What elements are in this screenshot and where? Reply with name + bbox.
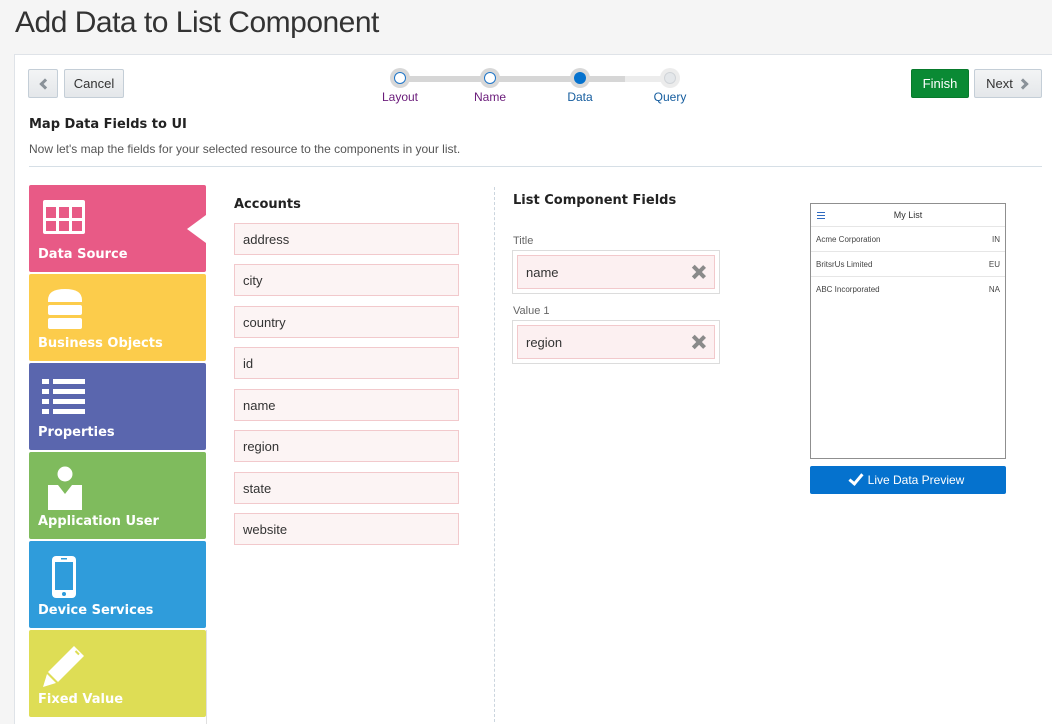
field-country[interactable]: country bbox=[234, 306, 459, 338]
category-label: Data Source bbox=[38, 247, 128, 262]
checkmark-icon bbox=[848, 470, 863, 486]
category-label: Application User bbox=[38, 514, 159, 529]
slot-value-1[interactable]: region bbox=[512, 320, 720, 364]
step-label: Layout bbox=[370, 90, 430, 104]
page-title: Add Data to List Component bbox=[15, 6, 379, 40]
step-label: Query bbox=[640, 90, 700, 104]
train-track bbox=[400, 76, 670, 82]
field-name[interactable]: name bbox=[234, 389, 459, 421]
preview-header: My List bbox=[811, 204, 1005, 227]
preview-row: Acme Corporation IN bbox=[811, 227, 1005, 252]
slot-value: region bbox=[526, 335, 562, 350]
category-fixed-value[interactable]: Fixed Value bbox=[29, 630, 206, 717]
live-data-preview-button[interactable]: Live Data Preview bbox=[810, 466, 1006, 494]
field-website[interactable]: website bbox=[234, 513, 459, 545]
step-dot-icon bbox=[480, 68, 500, 88]
slot-label-value-1: Value 1 bbox=[513, 305, 550, 317]
divider bbox=[206, 630, 207, 724]
field-city[interactable]: city bbox=[234, 264, 459, 296]
category-device-services[interactable]: Device Services bbox=[29, 541, 206, 628]
hamburger-menu-icon bbox=[817, 212, 825, 221]
step-label: Name bbox=[460, 90, 520, 104]
slot-label-title: Title bbox=[513, 235, 533, 247]
step-dot-icon bbox=[660, 68, 680, 88]
next-button[interactable]: Next bbox=[974, 69, 1042, 98]
cancel-button[interactable]: Cancel bbox=[64, 69, 124, 98]
field-state[interactable]: state bbox=[234, 472, 459, 504]
section-title: Map Data Fields to UI bbox=[29, 117, 187, 132]
field-id[interactable]: id bbox=[234, 347, 459, 379]
finish-button[interactable]: Finish bbox=[911, 69, 969, 98]
section-description: Now let's map the fields for your select… bbox=[29, 142, 460, 156]
slot-value: name bbox=[526, 265, 559, 280]
category-label: Fixed Value bbox=[38, 692, 123, 707]
chevron-right-icon bbox=[1017, 78, 1028, 89]
step-train: Layout Name Data Query bbox=[380, 68, 690, 110]
preview-row: BritsrUs Limited EU bbox=[811, 252, 1005, 277]
category-application-user[interactable]: Application User bbox=[29, 452, 206, 539]
column-divider bbox=[494, 187, 495, 724]
preview-row-value: IN bbox=[992, 235, 1000, 244]
remove-icon[interactable] bbox=[692, 265, 706, 279]
live-data-preview-label: Live Data Preview bbox=[868, 473, 965, 487]
list-component-fields-title: List Component Fields bbox=[513, 193, 676, 208]
category-label: Device Services bbox=[38, 603, 153, 618]
selected-indicator bbox=[187, 215, 206, 243]
preview-row: ABC Incorporated NA bbox=[811, 277, 1005, 302]
preview-row-value: EU bbox=[989, 260, 1000, 269]
step-dot-icon bbox=[390, 68, 410, 88]
field-address[interactable]: address bbox=[234, 223, 459, 255]
preview-row-name: ABC Incorporated bbox=[816, 285, 880, 294]
step-label: Data bbox=[550, 90, 610, 104]
step-layout[interactable]: Layout bbox=[370, 68, 430, 104]
back-button[interactable] bbox=[28, 69, 58, 98]
list-icon bbox=[42, 377, 86, 417]
remove-icon[interactable] bbox=[692, 335, 706, 349]
category-properties[interactable]: Properties bbox=[29, 363, 206, 450]
slot-title[interactable]: name bbox=[512, 250, 720, 294]
next-label: Next bbox=[986, 76, 1013, 91]
list-preview: My List Acme Corporation IN BritsrUs Lim… bbox=[810, 203, 1006, 459]
preview-row-value: NA bbox=[989, 285, 1000, 294]
category-label: Business Objects bbox=[38, 336, 163, 351]
accounts-title: Accounts bbox=[234, 197, 301, 212]
field-region[interactable]: region bbox=[234, 430, 459, 462]
mobile-phone-icon bbox=[51, 555, 77, 599]
divider bbox=[29, 166, 1042, 167]
category-data-source[interactable]: Data Source bbox=[29, 185, 206, 272]
preview-row-name: Acme Corporation bbox=[816, 235, 880, 244]
step-query[interactable]: Query bbox=[640, 68, 700, 104]
user-icon bbox=[47, 466, 83, 512]
table-icon bbox=[42, 199, 86, 235]
preview-row-name: BritsrUs Limited bbox=[816, 260, 872, 269]
preview-title: My List bbox=[894, 210, 923, 220]
chevron-left-icon bbox=[39, 78, 50, 89]
pencil-icon bbox=[42, 644, 86, 688]
database-icon bbox=[45, 288, 85, 330]
step-dot-icon bbox=[570, 68, 590, 88]
category-business-objects[interactable]: Business Objects bbox=[29, 274, 206, 361]
category-label: Properties bbox=[38, 425, 115, 440]
step-data[interactable]: Data bbox=[550, 68, 610, 104]
step-name[interactable]: Name bbox=[460, 68, 520, 104]
